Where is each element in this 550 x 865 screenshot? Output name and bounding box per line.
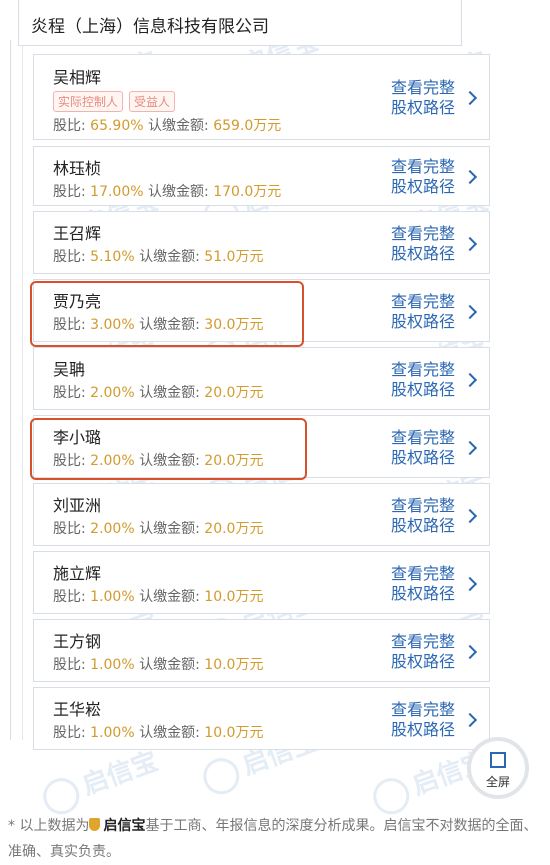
shareholder-stats: 股比: 65.90% 认缴金额: 659.0万元 bbox=[53, 118, 282, 134]
footer-disclaimer: * 以上数据为 启信宝基于工商、年报信息的深度分析成果。启信宝不对数据的全面、准确… bbox=[8, 818, 538, 860]
shareholder-name: 王召辉 bbox=[53, 224, 102, 243]
share-ratio: 2.00% bbox=[90, 385, 135, 401]
share-ratio: 3.00% bbox=[90, 317, 135, 333]
share-ratio: 17.00% bbox=[90, 184, 144, 200]
subscribed-amount: 20.0万元 bbox=[204, 385, 264, 401]
share-ratio: 1.00% bbox=[90, 725, 135, 741]
shareholder-name: 吴相辉 bbox=[53, 68, 102, 87]
shareholder-name: 贾乃亮 bbox=[53, 292, 102, 311]
watermark-logo-icon bbox=[368, 772, 415, 819]
shareholder-stats: 股比: 2.00% 认缴金额: 20.0万元 bbox=[53, 453, 264, 469]
role-tag: 受益人 bbox=[129, 91, 176, 112]
view-equity-path-link[interactable]: 查看完整 股权路径 bbox=[391, 428, 455, 468]
shareholder-stats: 股比: 2.00% 认缴金额: 20.0万元 bbox=[53, 385, 264, 401]
view-equity-path-link[interactable]: 查看完整 股权路径 bbox=[391, 632, 455, 672]
share-ratio: 1.00% bbox=[90, 657, 135, 673]
shareholder-name: 吴聃 bbox=[53, 360, 86, 379]
qixinbao-logo-icon bbox=[89, 818, 101, 831]
view-equity-path-link[interactable]: 查看完整 股权路径 bbox=[391, 700, 455, 740]
shareholder-name: 刘亚洲 bbox=[53, 496, 102, 515]
subscribed-amount: 10.0万元 bbox=[204, 725, 264, 741]
shareholder-card[interactable]: 李小璐股比: 2.00% 认缴金额: 20.0万元 查看完整 股权路径 bbox=[33, 415, 490, 478]
subscribed-amount: 10.0万元 bbox=[204, 657, 264, 673]
view-equity-path-link[interactable]: 查看完整 股权路径 bbox=[391, 564, 455, 604]
share-ratio: 65.90% bbox=[90, 118, 144, 134]
shareholder-card[interactable]: 吴聃股比: 2.00% 认缴金额: 20.0万元 查看完整 股权路径 bbox=[33, 347, 490, 410]
shareholder-name: 施立辉 bbox=[53, 564, 102, 583]
share-ratio: 2.00% bbox=[90, 521, 135, 537]
subscribed-amount: 20.0万元 bbox=[204, 521, 264, 537]
subscribed-amount: 170.0万元 bbox=[213, 184, 282, 200]
shareholder-stats: 股比: 5.10% 认缴金额: 51.0万元 bbox=[53, 249, 264, 265]
subscribed-amount: 51.0万元 bbox=[204, 249, 264, 265]
shareholder-stats: 股比: 3.00% 认缴金额: 30.0万元 bbox=[53, 317, 264, 333]
shareholder-stats: 股比: 1.00% 认缴金额: 10.0万元 bbox=[53, 589, 264, 605]
share-ratio: 5.10% bbox=[90, 249, 135, 265]
view-equity-path-link[interactable]: 查看完整 股权路径 bbox=[391, 157, 455, 197]
view-equity-path-link[interactable]: 查看完整 股权路径 bbox=[391, 360, 455, 400]
view-equity-path-link[interactable]: 查看完整 股权路径 bbox=[391, 496, 455, 536]
shareholder-card[interactable]: 王方钢股比: 1.00% 认缴金额: 10.0万元 查看完整 股权路径 bbox=[33, 619, 490, 682]
shareholder-card[interactable]: 施立辉股比: 1.00% 认缴金额: 10.0万元 查看完整 股权路径 bbox=[33, 551, 490, 614]
view-equity-path-link[interactable]: 查看完整 股权路径 bbox=[391, 292, 455, 332]
shareholder-card[interactable]: 刘亚洲股比: 2.00% 认缴金额: 20.0万元 查看完整 股权路径 bbox=[33, 483, 490, 546]
subscribed-amount: 30.0万元 bbox=[204, 317, 264, 333]
subscribed-amount: 20.0万元 bbox=[204, 453, 264, 469]
watermark-logo-icon bbox=[198, 752, 245, 799]
share-ratio: 1.00% bbox=[90, 589, 135, 605]
chevron-right-icon[interactable] bbox=[462, 644, 478, 660]
shareholder-stats: 股比: 17.00% 认缴金额: 170.0万元 bbox=[53, 184, 282, 200]
role-tag: 实际控制人 bbox=[53, 91, 124, 112]
chevron-right-icon[interactable] bbox=[462, 372, 478, 388]
chevron-right-icon[interactable] bbox=[462, 508, 478, 524]
subscribed-amount: 10.0万元 bbox=[204, 589, 264, 605]
shareholder-card[interactable]: 吴相辉实际控制人 受益人股比: 65.90% 认缴金额: 659.0万元 查看完整股… bbox=[33, 54, 490, 140]
shareholder-card[interactable]: 林珏桢股比: 17.00% 认缴金额: 170.0万元 查看完整 股权路径 bbox=[33, 146, 490, 206]
chevron-right-icon[interactable] bbox=[462, 712, 478, 728]
view-equity-path-link[interactable]: 查看完整 股权路径 bbox=[391, 78, 455, 118]
chevron-right-icon[interactable] bbox=[462, 236, 478, 252]
company-name: 炎程（上海）信息科技有限公司 bbox=[18, 0, 462, 46]
shareholder-name: 李小璐 bbox=[53, 428, 102, 447]
shareholder-card[interactable]: 王华崧股比: 1.00% 认缴金额: 10.0万元 查看完整 股权路径 bbox=[33, 687, 490, 750]
watermark-logo-icon bbox=[38, 772, 85, 819]
watermark: 启信宝 bbox=[37, 741, 163, 819]
fullscreen-button[interactable]: 全屏 bbox=[467, 737, 529, 799]
chevron-right-icon[interactable] bbox=[462, 440, 478, 456]
chevron-right-icon[interactable] bbox=[462, 304, 478, 320]
chevron-right-icon[interactable] bbox=[462, 169, 478, 185]
shareholder-stats: 股比: 2.00% 认缴金额: 20.0万元 bbox=[53, 521, 264, 537]
shareholder-name: 王方钢 bbox=[53, 632, 102, 651]
shareholder-name: 王华崧 bbox=[53, 700, 102, 719]
shareholder-name: 林珏桢 bbox=[53, 159, 102, 178]
fullscreen-label: 全屏 bbox=[485, 775, 510, 789]
subscribed-amount: 659.0万元 bbox=[213, 118, 282, 134]
chevron-right-icon[interactable] bbox=[462, 576, 478, 592]
shareholder-stats: 股比: 1.00% 认缴金额: 10.0万元 bbox=[53, 725, 264, 741]
shareholder-stats: 股比: 1.00% 认缴金额: 10.0万元 bbox=[53, 657, 264, 673]
view-equity-path-link[interactable]: 查看完整 股权路径 bbox=[391, 224, 455, 264]
shareholder-tags: 实际控制人 受益人 bbox=[53, 91, 181, 112]
expand-icon bbox=[490, 752, 506, 768]
shareholder-card[interactable]: 王召辉股比: 5.10% 认缴金额: 51.0万元 查看完整 股权路径 bbox=[33, 211, 490, 274]
chevron-right-icon[interactable] bbox=[462, 90, 478, 106]
share-ratio: 2.00% bbox=[90, 453, 135, 469]
shareholder-card[interactable]: 贾乃亮股比: 3.00% 认缴金额: 30.0万元 查看完整 股权路径 bbox=[33, 279, 490, 342]
